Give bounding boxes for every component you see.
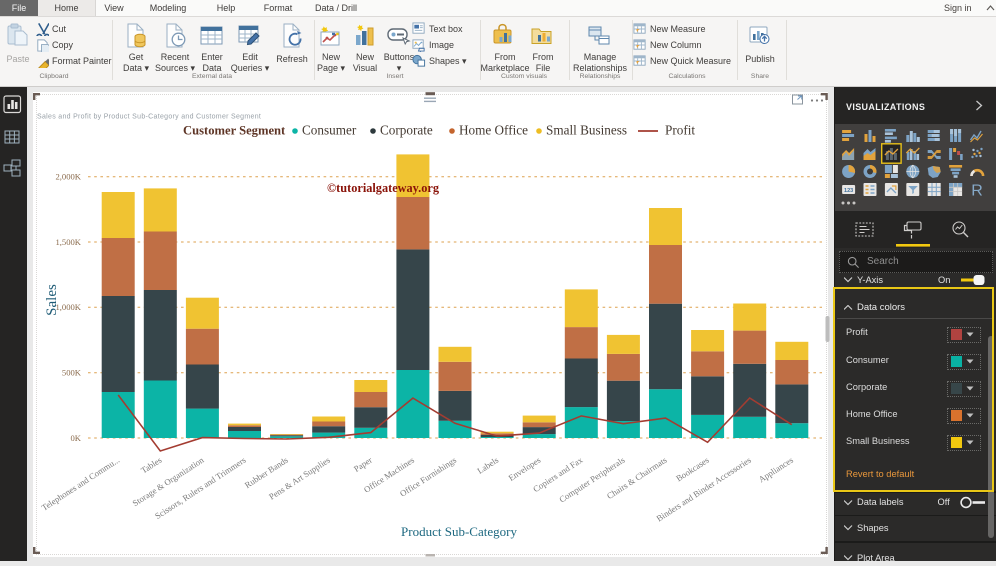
svg-text:R: R <box>971 183 983 200</box>
svg-text:123: 123 <box>844 188 853 194</box>
